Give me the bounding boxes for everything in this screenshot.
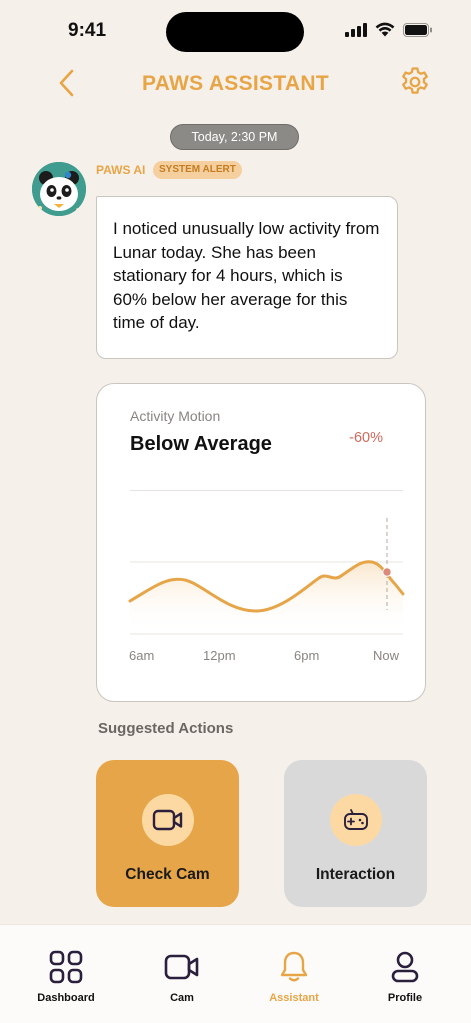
message-bubble: I noticed unusually low activity from Lu… (96, 196, 398, 359)
battery-icon (403, 22, 432, 37)
nav-item-dashboard[interactable]: Dashboard (21, 947, 111, 1004)
nav-item-assistant[interactable]: Assistant (249, 947, 339, 1004)
now-marker-point (382, 567, 392, 577)
suggested-actions-title: Suggested Actions (98, 720, 234, 737)
activity-chart (128, 518, 405, 635)
panda-avatar-icon (32, 162, 86, 216)
status-icons (345, 22, 433, 37)
gamepad-icon (344, 809, 368, 830)
gear-icon (402, 67, 428, 94)
status-time: 9:41 (68, 20, 107, 41)
x-label-6am: 6am (129, 648, 155, 663)
interaction-button[interactable]: Interaction (284, 760, 427, 907)
nav-item-profile[interactable]: Profile (360, 947, 450, 1004)
card-divider (130, 490, 403, 491)
sender-name: PAWS AI (96, 163, 146, 177)
nav-label-dashboard: Dashboard (37, 992, 95, 1004)
assistant-screen: 9:41 PAWS ASSISTANT Today, 2:30 PM PAWS … (0, 0, 471, 1023)
nav-item-cam[interactable]: Cam (137, 947, 227, 1004)
dynamic-island (166, 12, 304, 52)
x-label-12pm: 12pm (203, 648, 236, 663)
wifi-icon (375, 22, 395, 37)
interaction-label: Interaction (315, 866, 396, 883)
activity-label: Activity Motion (130, 408, 221, 424)
x-label-6pm: 6pm (294, 648, 320, 663)
check-cam-button[interactable]: Check Cam (96, 760, 239, 907)
video-camera-icon (164, 954, 199, 980)
check-cam-icon-circle (142, 794, 194, 846)
grid-icon (49, 950, 83, 984)
nav-label-profile: Profile (387, 992, 423, 1004)
x-label-now: Now (373, 648, 400, 663)
activity-delta: -60% (349, 430, 383, 446)
settings-button[interactable] (397, 64, 433, 100)
signal-icon (345, 22, 367, 37)
system-alert-badge: SYSTEM ALERT (153, 161, 242, 179)
video-camera-icon (152, 809, 183, 831)
nav-label-cam: Cam (170, 992, 194, 1004)
bell-icon (280, 951, 308, 982)
nav-label-assistant: Assistant (269, 992, 319, 1004)
chart-area (130, 561, 403, 634)
interaction-icon-circle (330, 794, 382, 846)
message-text: I noticed unusually low activity from Lu… (113, 219, 380, 332)
ai-avatar (32, 162, 86, 216)
activity-card: Activity Motion Below Average -60% 6am 1… (96, 383, 426, 702)
activity-value: Below Average (130, 433, 272, 455)
check-cam-label: Check Cam (125, 866, 210, 883)
timestamp-pill: Today, 2:30 PM (170, 124, 299, 150)
person-icon (391, 951, 419, 983)
bottom-navigation: Dashboard Cam Assistant Profile (0, 924, 471, 1023)
